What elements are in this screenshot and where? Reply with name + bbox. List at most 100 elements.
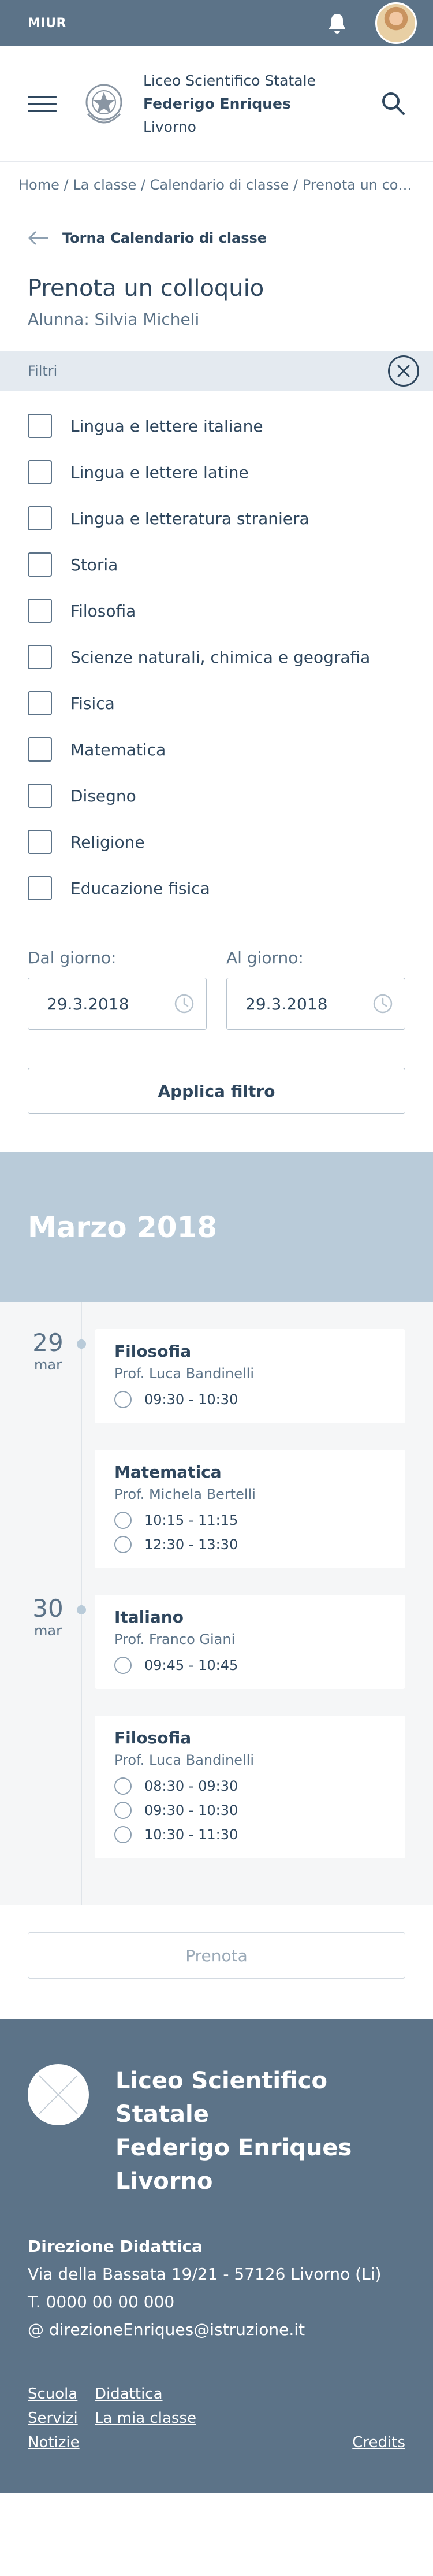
- footer-school-name: Liceo Scientifico Statale Federigo Enriq…: [115, 2064, 405, 2198]
- footer-links: Scuola Didattica Servizi La mia classe N…: [28, 2385, 405, 2460]
- footer-link-servizi[interactable]: Servizi: [28, 2410, 78, 2427]
- school-name[interactable]: Liceo Scientifico Statale Federigo Enriq…: [143, 69, 316, 139]
- subject-filter-item[interactable]: Lingua e lettere italiane: [28, 403, 405, 449]
- time-slot-label: 09:30 - 10:30: [144, 1391, 238, 1408]
- subject-filter-item[interactable]: Fisica: [28, 680, 405, 726]
- time-slot[interactable]: 08:30 - 09:30: [114, 1777, 386, 1795]
- date-to-label: Al giorno:: [226, 948, 304, 967]
- footer-link-notizie[interactable]: Notizie: [28, 2434, 80, 2451]
- time-slot[interactable]: 12:30 - 13:30: [114, 1536, 386, 1553]
- card-subject: Italiano: [114, 1608, 184, 1627]
- footer-name-line-1: Liceo Scientifico Statale: [115, 2068, 327, 2128]
- day-number: 30: [32, 1594, 64, 1623]
- subject-filter-list: Lingua e lettere italiane Lingua e lette…: [0, 391, 433, 911]
- radio-button[interactable]: [114, 1536, 132, 1553]
- close-filters-button[interactable]: [388, 355, 419, 387]
- day-label: 30 mar: [28, 1595, 68, 1639]
- avatar[interactable]: [375, 2, 417, 44]
- day-month: mar: [34, 1623, 62, 1639]
- search-icon[interactable]: [381, 91, 405, 116]
- back-label: Torna Calendario di classe: [62, 230, 267, 246]
- time-slot[interactable]: 10:30 - 11:30: [114, 1826, 386, 1843]
- footer-brand: Liceo Scientifico Statale Federigo Enriq…: [28, 2064, 405, 2198]
- checkbox[interactable]: [28, 414, 52, 438]
- time-slot-label: 09:30 - 10:30: [144, 1802, 238, 1818]
- logo-placeholder-icon: [28, 2064, 89, 2125]
- checkbox[interactable]: [28, 830, 52, 854]
- time-slot[interactable]: 09:30 - 10:30: [114, 1802, 386, 1819]
- subject-filter-item[interactable]: Educazione fisica: [28, 865, 405, 911]
- footer-link-credits[interactable]: Credits: [352, 2434, 405, 2451]
- date-from-field[interactable]: 29.3.2018: [28, 978, 207, 1030]
- subject-filter-item[interactable]: Storia: [28, 541, 405, 588]
- radio-button[interactable]: [114, 1512, 132, 1529]
- appointment-card: Filosofia Prof. Luca Bandinelli 09:30 - …: [95, 1329, 405, 1423]
- copyright-link[interactable]: ©Copyright 2013: [28, 2496, 405, 2511]
- checkbox[interactable]: [28, 460, 52, 484]
- radio-button[interactable]: [114, 1802, 132, 1819]
- apply-filter-button[interactable]: Applica filtro: [28, 1068, 405, 1114]
- checkbox[interactable]: [28, 599, 52, 623]
- clock-icon[interactable]: [174, 993, 195, 1014]
- time-slot[interactable]: 09:30 - 10:30: [114, 1391, 386, 1408]
- clock-icon[interactable]: [372, 993, 393, 1014]
- site-footer: Liceo Scientifico Statale Federigo Enriq…: [0, 2019, 433, 2511]
- subject-label: Matematica: [70, 740, 166, 759]
- email-link[interactable]: @ direzioneEnriques@istruzione.it: [28, 2316, 405, 2344]
- date-to-value: 29.3.2018: [245, 994, 328, 1014]
- appointment-card: Italiano Prof. Franco Giani 09:45 - 10:4…: [95, 1595, 405, 1689]
- footer-link-didattica[interactable]: Didattica: [95, 2385, 163, 2403]
- footer-contact: Direzione Didattica Via della Bassata 19…: [28, 2233, 405, 2344]
- calendar-list: 29 mar Filosofia Prof. Luca Bandinelli 0…: [0, 1302, 433, 1905]
- day-label: 29 mar: [28, 1329, 68, 1374]
- checkbox[interactable]: [28, 645, 52, 669]
- day-group: 30 mar Italiano Prof. Franco Giani 09:45…: [0, 1595, 433, 1858]
- subject-filter-item[interactable]: Disegno: [28, 773, 405, 819]
- radio-button[interactable]: [114, 1826, 132, 1843]
- day-group: 29 mar Filosofia Prof. Luca Bandinelli 0…: [0, 1329, 433, 1568]
- subject-filter-item[interactable]: Lingua e letteratura straniera: [28, 495, 405, 541]
- breadcrumb[interactable]: Home / La classe / Calendario di classe …: [0, 173, 433, 198]
- card-professor: Prof. Michela Bertelli: [114, 1486, 256, 1502]
- radio-button[interactable]: [114, 1777, 132, 1795]
- radio-button[interactable]: [114, 1391, 132, 1408]
- back-link[interactable]: Torna Calendario di classe: [28, 230, 433, 246]
- time-slot[interactable]: 10:15 - 11:15: [114, 1512, 386, 1529]
- subject-label: Storia: [70, 555, 118, 574]
- subject-filter-item[interactable]: Religione: [28, 819, 405, 865]
- radio-button[interactable]: [114, 1657, 132, 1674]
- bell-icon[interactable]: [327, 13, 348, 35]
- school-line-1: Liceo Scientifico Statale: [143, 72, 316, 89]
- time-slot-label: 10:15 - 11:15: [144, 1512, 238, 1528]
- checkbox[interactable]: [28, 737, 52, 762]
- ministry-link[interactable]: MIUR: [28, 16, 66, 31]
- date-from-value: 29.3.2018: [47, 994, 129, 1014]
- month-heading: Marzo 2018: [0, 1152, 433, 1302]
- checkbox[interactable]: [28, 691, 52, 715]
- address: Via della Bassata 19/21 - 57126 Livorno …: [28, 2265, 382, 2284]
- subject-label: Lingua e letteratura straniera: [70, 508, 309, 528]
- card-subject: Filosofia: [114, 1342, 192, 1361]
- footer-link-la-mia-classe[interactable]: La mia classe: [95, 2410, 196, 2427]
- subject-filter-item[interactable]: Lingua e lettere latine: [28, 449, 405, 495]
- card-professor: Prof. Franco Giani: [114, 1631, 236, 1647]
- date-to-field[interactable]: 29.3.2018: [226, 978, 405, 1030]
- checkbox[interactable]: [28, 784, 52, 808]
- subject-filter-item[interactable]: Filosofia: [28, 588, 405, 634]
- time-slot[interactable]: 09:45 - 10:45: [114, 1657, 386, 1674]
- checkbox[interactable]: [28, 552, 52, 577]
- subject-filter-item[interactable]: Matematica: [28, 726, 405, 773]
- checkbox[interactable]: [28, 506, 52, 530]
- arrow-left-icon: [28, 231, 48, 245]
- book-button[interactable]: Prenota: [28, 1932, 405, 1979]
- subject-filter-item[interactable]: Scienze naturali, chimica e geografia: [28, 634, 405, 680]
- appointment-card: Filosofia Prof. Luca Bandinelli 08:30 - …: [95, 1716, 405, 1858]
- subject-label: Lingua e lettere italiane: [70, 416, 263, 436]
- subject-label: Filosofia: [70, 601, 136, 621]
- menu-icon[interactable]: [28, 92, 57, 116]
- checkbox[interactable]: [28, 876, 52, 900]
- subject-label: Scienze naturali, chimica e geografia: [70, 647, 371, 667]
- direction-label: Direzione Didattica: [28, 2237, 203, 2256]
- subject-label: Disegno: [70, 786, 136, 806]
- footer-link-scuola[interactable]: Scuola: [28, 2385, 77, 2403]
